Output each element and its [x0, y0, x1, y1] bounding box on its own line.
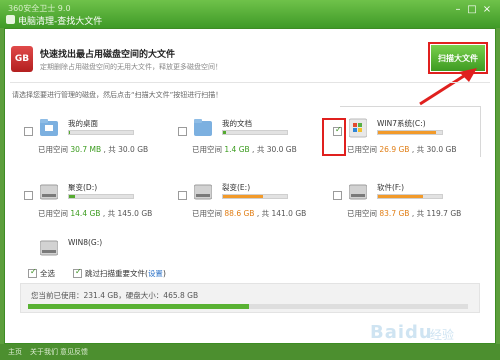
status-link-feedback[interactable]: 意见反馈 [60, 347, 88, 357]
annotation-arrow-icon [419, 68, 477, 106]
disk-checkbox[interactable] [24, 191, 33, 200]
disk-usage-bar [377, 194, 443, 199]
disk-usage-bar [222, 194, 288, 199]
disk-checkbox[interactable] [24, 127, 33, 136]
status-link-home[interactable]: 主页 [8, 347, 22, 357]
header-description: 定期删除占用磁盘空间的无用大文件，释放更多磁盘空间！ [40, 63, 222, 71]
app-title: 360安全卫士 9.0 [8, 4, 71, 13]
documents-folder-icon [194, 119, 212, 136]
header-title: 快速找出最占用磁盘空间的大文件 [40, 50, 176, 60]
disk-usage-text: 已用空间 14.4 GB , 共 145.0 GB [38, 209, 153, 218]
disk-name: 裂变(E:) [222, 183, 251, 192]
hard-drive-icon [40, 184, 58, 200]
maximize-button[interactable]: □ [466, 4, 478, 16]
gb-disk-icon: GB [11, 46, 33, 72]
hard-drive-icon [40, 240, 58, 256]
disk-name: 我的桌面 [68, 119, 98, 128]
disk-usage-bar [68, 130, 134, 135]
disk-item-d-drive[interactable]: 聚变(D:) 已用空间 14.4 GB , 共 145.0 GB [24, 178, 174, 228]
instruction-text: 请选择您要进行管理的磁盘，然后点击“扫描大文件”按钮进行扫描！ [12, 91, 223, 99]
disk-name: 聚变(D:) [68, 183, 98, 192]
skip-important-checkbox[interactable] [73, 267, 82, 278]
disk-usage-bar [377, 130, 443, 135]
hard-drive-icon [349, 184, 367, 200]
disk-item-f-drive[interactable]: 软件(F:) 已用空间 83.7 GB , 共 119.7 GB [333, 178, 483, 228]
baidu-watermark-logo: Baidu [370, 322, 433, 343]
disk-name: WIN7系统(C:) [377, 119, 426, 128]
select-all-checkbox[interactable] [28, 267, 37, 278]
checkbox-annotation-box [322, 118, 346, 156]
windows-drive-icon [349, 118, 367, 138]
header-divider [10, 82, 490, 83]
disk-name: 软件(F:) [377, 183, 405, 192]
disk-name: 我的文档 [222, 119, 252, 128]
select-all-label: 全选 [40, 269, 55, 278]
hard-drive-icon [194, 184, 212, 200]
total-usage-fill [28, 304, 249, 309]
disk-usage-bar [222, 130, 288, 135]
disk-checkbox[interactable] [333, 191, 342, 200]
disk-usage-text: 已用空间 1.4 GB , 共 30.0 GB [192, 145, 297, 154]
disk-item-e-drive[interactable]: 裂变(E:) 已用空间 88.6 GB , 共 141.0 GB [178, 178, 328, 228]
disk-checkbox[interactable] [178, 191, 187, 200]
desktop-folder-icon [40, 119, 58, 136]
disk-usage-text: 已用空间 83.7 GB , 共 119.7 GB [347, 209, 462, 218]
disk-usage-bar [68, 194, 134, 199]
disk-name: WIN8(G:) [68, 238, 103, 247]
disk-summary-text: 您当前已使用：231.4 GB，硬盘大小：465.8 GB [31, 291, 199, 300]
disk-usage-text: 已用空间 26.9 GB , 共 30.0 GB [347, 145, 457, 154]
status-link-about[interactable]: 关于我们 [30, 347, 58, 357]
disk-item-desktop[interactable]: 我的桌面 已用空间 30.7 MB , 共 30.0 GB [24, 114, 174, 164]
dialog-title: 电脑清理-查找大文件 [18, 17, 103, 27]
disk-checkbox[interactable] [178, 127, 187, 136]
disk-usage-text: 已用空间 88.6 GB , 共 141.0 GB [192, 209, 307, 218]
close-button[interactable]: × [481, 4, 493, 16]
minimize-button[interactable]: – [452, 4, 464, 16]
settings-link[interactable]: 设置 [148, 269, 163, 278]
disk-item-documents[interactable]: 我的文档 已用空间 1.4 GB , 共 30.0 GB [178, 114, 328, 164]
baidu-watermark-suffix: 经验 [430, 328, 455, 342]
skip-important-label: 跳过扫描重要文件(设置) [85, 269, 166, 278]
dialog-icon [6, 15, 15, 24]
disk-usage-text: 已用空间 30.7 MB , 共 30.0 GB [38, 145, 149, 154]
disk-item-c-drive[interactable]: WIN7系统(C:) 已用空间 26.9 GB , 共 30.0 GB [333, 114, 483, 164]
